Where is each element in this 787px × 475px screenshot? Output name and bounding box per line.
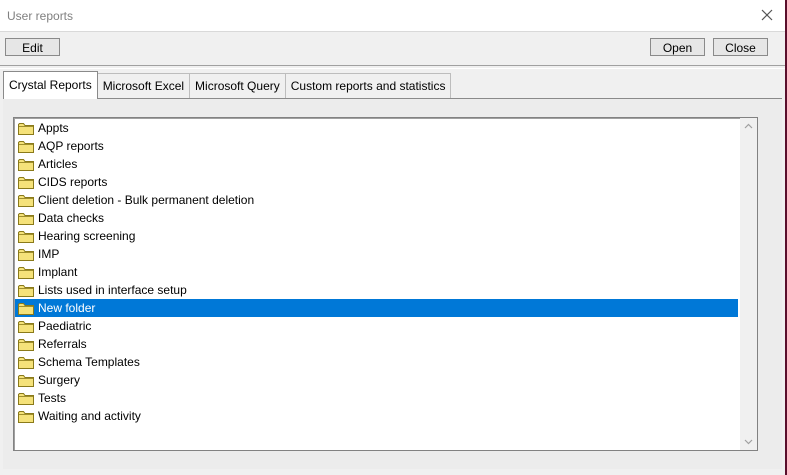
folder-icon: [18, 212, 34, 225]
folder-icon: [18, 374, 34, 387]
folder-icon: [18, 230, 34, 243]
tree-item[interactable]: Referrals: [15, 335, 738, 353]
folder-icon: [18, 302, 34, 315]
tree-item-label: New folder: [38, 301, 96, 315]
tree-item-label: Articles: [38, 157, 78, 171]
folder-icon: [18, 392, 34, 405]
report-type-tabs: Crystal Reports Microsoft Excel Microsof…: [3, 71, 452, 99]
tree-item[interactable]: Appts: [15, 119, 738, 137]
tree-item[interactable]: Lists used in interface setup: [15, 281, 738, 299]
folder-icon: [18, 338, 34, 351]
tree-item-label: Schema Templates: [38, 355, 140, 369]
folder-icon: [18, 176, 34, 189]
tree-item-label: IMP: [38, 247, 60, 261]
tree-item[interactable]: New folder: [15, 299, 738, 317]
folder-icon: [18, 284, 34, 297]
tab-panel-crystal-reports: Appts AQP reports Articles CIDS reports Clie…: [3, 98, 782, 469]
tree-item-label: Hearing screening: [38, 229, 136, 243]
folder-icon: [18, 140, 34, 153]
tree-item-label: AQP reports: [38, 139, 104, 153]
tree-item-label: Tests: [38, 391, 67, 405]
folder-icon: [18, 194, 34, 207]
tab-crystal-reports[interactable]: Crystal Reports: [3, 71, 98, 99]
scroll-down-icon[interactable]: [740, 433, 757, 450]
tree-item-label: Waiting and activity: [38, 409, 141, 423]
scroll-up-icon[interactable]: [740, 118, 757, 135]
tree-item[interactable]: AQP reports: [15, 137, 738, 155]
folder-icon: [18, 266, 34, 279]
folder-icon: [18, 320, 34, 333]
close-button[interactable]: Close: [713, 38, 768, 56]
title-bar: User reports: [0, 0, 785, 32]
toolbar: Edit Open Close: [0, 32, 785, 64]
tree-item-label: Implant: [38, 265, 78, 279]
folder-icon: [18, 410, 34, 423]
edit-button[interactable]: Edit: [5, 38, 60, 56]
tree-item-label: Client deletion - Bulk permanent deletio…: [38, 193, 255, 207]
tree-item-label: Surgery: [38, 373, 81, 387]
tab-microsoft-query[interactable]: Microsoft Query: [190, 73, 286, 99]
window-title: User reports: [7, 9, 74, 23]
folder-icon: [18, 356, 34, 369]
tree-item-label: Appts: [38, 121, 69, 135]
report-folder-tree[interactable]: Appts AQP reports Articles CIDS reports Clie…: [13, 117, 758, 451]
folder-icon: [18, 122, 34, 135]
tree-item[interactable]: Implant: [15, 263, 738, 281]
tree-item[interactable]: Surgery: [15, 371, 738, 389]
folder-icon: [18, 158, 34, 171]
tab-microsoft-excel[interactable]: Microsoft Excel: [97, 73, 191, 99]
tree-item-label: Paediatric: [38, 319, 92, 333]
toolbar-divider: [0, 65, 785, 69]
tree-item-label: Data checks: [38, 211, 105, 225]
tree-item-label: CIDS reports: [38, 175, 108, 189]
tree-item[interactable]: Data checks: [15, 209, 738, 227]
close-icon[interactable]: [757, 5, 777, 25]
tree-item-label: Referrals: [38, 337, 87, 351]
vertical-scrollbar[interactable]: [740, 118, 757, 450]
folder-icon: [18, 248, 34, 261]
folder-list: Appts AQP reports Articles CIDS reports Clie…: [15, 119, 738, 425]
tree-item[interactable]: Tests: [15, 389, 738, 407]
tree-item-label: Lists used in interface setup: [38, 283, 187, 297]
tree-item[interactable]: Client deletion - Bulk permanent deletio…: [15, 191, 738, 209]
tree-item[interactable]: Paediatric: [15, 317, 738, 335]
tree-item[interactable]: Schema Templates: [15, 353, 738, 371]
tree-item[interactable]: CIDS reports: [15, 173, 738, 191]
tree-item[interactable]: IMP: [15, 245, 738, 263]
tab-custom-reports[interactable]: Custom reports and statistics: [285, 73, 452, 99]
tree-item[interactable]: Hearing screening: [15, 227, 738, 245]
open-button[interactable]: Open: [650, 38, 705, 56]
tree-item[interactable]: Waiting and activity: [15, 407, 738, 425]
tree-item[interactable]: Articles: [15, 155, 738, 173]
user-reports-window: User reports Edit Open Close Crystal Rep…: [0, 0, 787, 475]
